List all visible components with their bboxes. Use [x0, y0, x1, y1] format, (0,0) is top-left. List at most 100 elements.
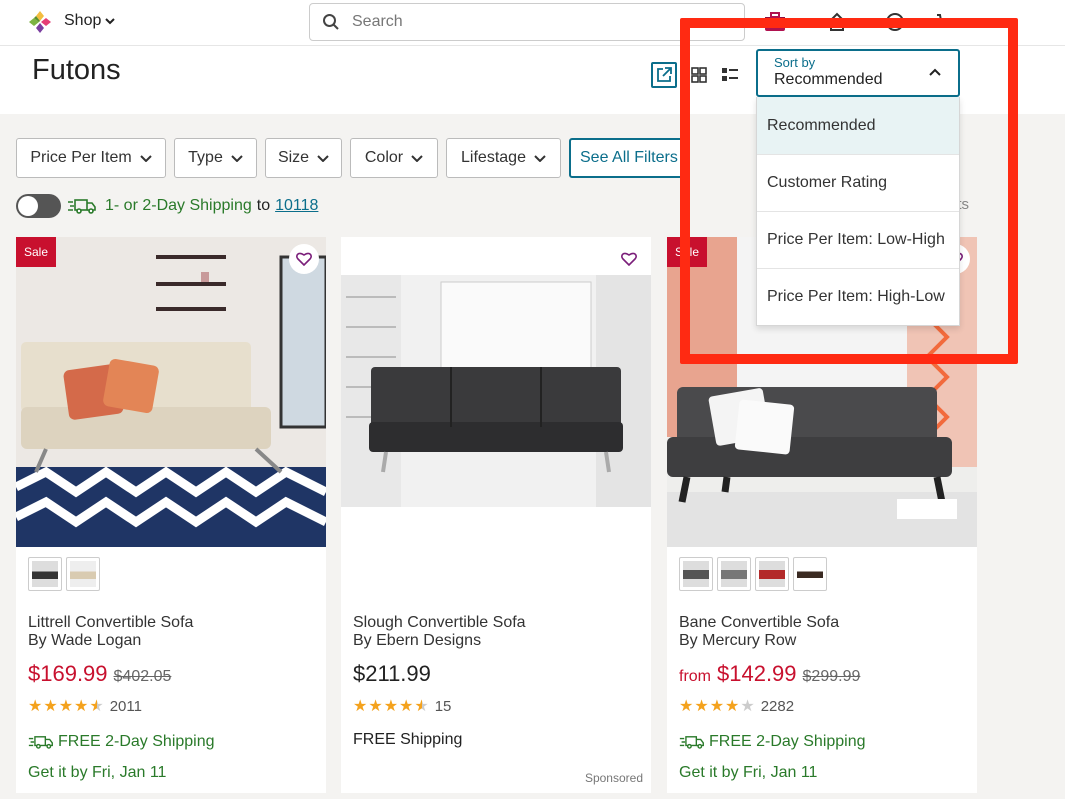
product-image[interactable]: [341, 237, 651, 547]
chevron-down-icon: [231, 155, 243, 162]
swatch-option[interactable]: [793, 557, 827, 591]
rating-row: ★★★★★ 15: [353, 696, 451, 716]
truck-icon: [68, 199, 96, 214]
account-icon[interactable]: [880, 8, 910, 36]
product-image[interactable]: [16, 237, 326, 547]
shipping-filter-label: 1- or 2-Day Shipping: [105, 197, 252, 214]
product-brand: By Wade Logan: [28, 632, 142, 649]
sort-value: Recommended: [774, 71, 883, 88]
chevron-down-icon: [534, 155, 546, 162]
list-view-icon[interactable]: [717, 62, 743, 88]
product-name[interactable]: Slough Convertible Sofa: [353, 613, 526, 632]
product-brand: By Mercury Row: [679, 632, 797, 649]
filter-lifestage[interactable]: Lifestage: [446, 138, 561, 178]
see-all-filters-label: See All Filters: [580, 149, 678, 166]
shipping-label: FREE 2-Day Shipping: [709, 733, 866, 750]
shop-menu-button[interactable]: Shop: [64, 12, 116, 30]
rating-row: ★★★★★ 2282: [679, 696, 794, 716]
home-icon[interactable]: [822, 8, 852, 36]
search-input[interactable]: [352, 13, 712, 31]
delivery-estimate: Get it by Fri, Jan 11: [28, 764, 167, 781]
shipping-info: FREE 2-Day Shipping: [679, 733, 866, 751]
filter-label: Color: [364, 149, 404, 166]
product-name[interactable]: Bane Convertible Sofa: [679, 613, 839, 632]
shipping-to-label: to: [256, 197, 271, 214]
price-row: from $142.99 $299.99: [679, 661, 860, 687]
shop-label: Shop: [64, 12, 102, 29]
swatch-option[interactable]: [66, 557, 100, 591]
chevron-down-icon: [317, 155, 329, 162]
price-from-label: from: [679, 668, 711, 685]
product-price: $211.99: [353, 661, 431, 686]
favorite-heart-icon[interactable]: [614, 244, 644, 274]
delivery-estimate: Get it by Fri, Jan 11: [679, 764, 818, 781]
search-icon: [323, 14, 339, 30]
truck-icon: [28, 736, 53, 749]
original-price: $402.05: [113, 668, 172, 685]
wayfair-logo-icon[interactable]: [28, 10, 52, 34]
page-title: Futons: [32, 54, 121, 86]
star-rating-icon: ★★★★★: [679, 698, 756, 715]
shipping-toggle[interactable]: [16, 194, 61, 218]
chevron-down-icon: [139, 155, 152, 162]
filter-price-per-item[interactable]: Price Per Item: [16, 138, 166, 178]
grid-view-icon[interactable]: [686, 62, 712, 88]
favorite-heart-icon[interactable]: [289, 244, 319, 274]
color-swatches: [28, 557, 100, 591]
product-name[interactable]: Littrell Convertible Sofa: [28, 613, 193, 632]
top-nav: Shop: [0, 0, 1065, 46]
product-card[interactable]: Slough Convertible Sofa By Ebern Designs…: [341, 237, 651, 793]
swatch-option[interactable]: [679, 557, 713, 591]
sort-option-price-low-high[interactable]: Price Per Item: Low-High: [757, 211, 959, 268]
sort-dropdown[interactable]: Sort by Recommended: [756, 49, 960, 97]
filter-size[interactable]: Size: [265, 138, 342, 178]
swatch-option[interactable]: [717, 557, 751, 591]
product-card[interactable]: Sale Littrell Convertible Sofa By Wade L…: [16, 237, 326, 793]
original-price: $299.99: [802, 668, 861, 685]
shipping-info: FREE Shipping: [353, 731, 462, 749]
product-brand: By Ebern Designs: [353, 632, 482, 649]
gift-icon[interactable]: [760, 8, 790, 36]
sofa-photo: [16, 237, 326, 547]
cart-icon[interactable]: [930, 8, 960, 36]
product-price: $142.99: [717, 661, 797, 686]
price-row: $169.99 $402.05: [28, 661, 171, 687]
review-count: 15: [434, 697, 452, 715]
swatch-option[interactable]: [28, 557, 62, 591]
open-new-window-icon[interactable]: [651, 62, 677, 88]
star-rating-icon: ★★★★★: [353, 698, 430, 715]
chevron-up-icon: [929, 68, 941, 76]
sort-label: Sort by: [774, 55, 816, 70]
sponsored-label: Sponsored: [584, 771, 643, 785]
truck-icon: [679, 736, 704, 749]
sort-option-price-high-low[interactable]: Price Per Item: High-Low: [757, 268, 959, 325]
search-bar[interactable]: [309, 3, 745, 41]
sort-option-recommended[interactable]: Recommended: [757, 97, 959, 154]
color-swatches: [679, 557, 827, 591]
rating-row: ★★★★★ 2011: [28, 696, 142, 716]
chevron-down-icon: [105, 18, 116, 25]
sort-option-customer-rating[interactable]: Customer Rating: [757, 154, 959, 211]
shipping-info: FREE 2-Day Shipping: [28, 733, 215, 751]
filter-label: Lifestage: [461, 149, 526, 166]
sofa-photo: [341, 237, 651, 547]
filter-label: Type: [188, 149, 223, 166]
sale-badge: Sale: [667, 237, 708, 267]
shipping-label: FREE 2-Day Shipping: [58, 733, 215, 750]
filter-label: Size: [277, 149, 310, 166]
filter-type[interactable]: Type: [174, 138, 257, 178]
zip-code-link[interactable]: 10118: [275, 197, 318, 215]
shipping-filter-row: 1- or 2-Day Shipping to 10118: [16, 194, 318, 218]
filter-color[interactable]: Color: [350, 138, 438, 178]
sort-options-menu: Recommended Customer Rating Price Per It…: [756, 97, 960, 326]
price-row: $211.99: [353, 661, 431, 687]
filter-label: Price Per Item: [30, 149, 132, 166]
star-rating-icon: ★★★★★: [28, 698, 105, 715]
review-count: 2282: [760, 697, 795, 715]
review-count: 2011: [109, 697, 142, 715]
swatch-option[interactable]: [755, 557, 789, 591]
see-all-filters-button[interactable]: See All Filters: [569, 138, 689, 178]
product-price: $169.99: [28, 661, 108, 686]
chevron-down-icon: [411, 155, 423, 162]
sale-badge: Sale: [16, 237, 57, 267]
